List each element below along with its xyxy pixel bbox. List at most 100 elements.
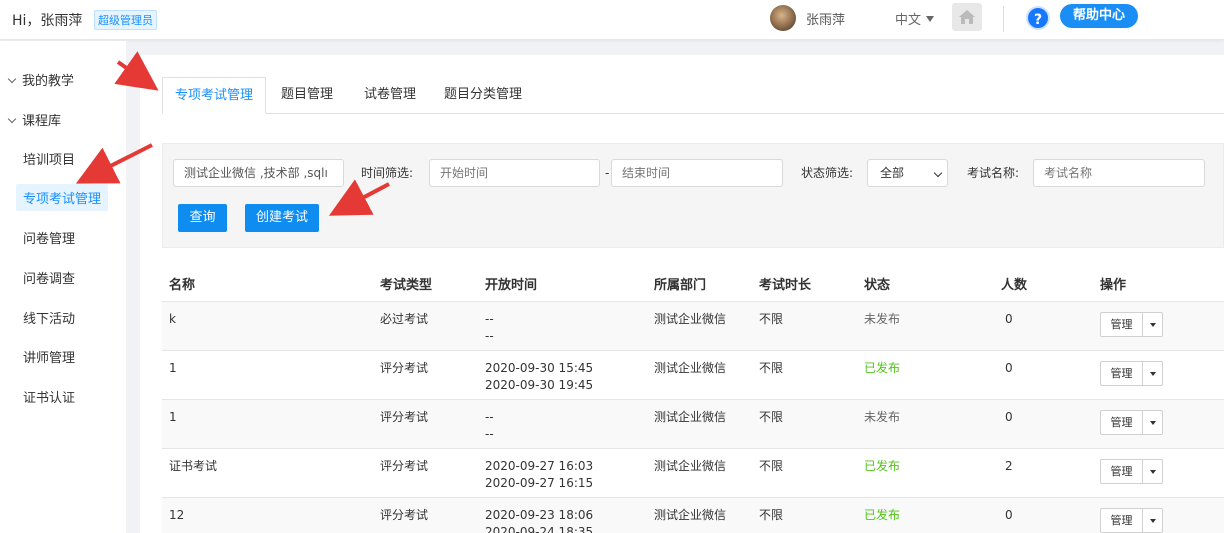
manage-button[interactable]: 管理 (1101, 460, 1143, 483)
sidebar-item-certificate[interactable]: 证书认证 (23, 387, 149, 406)
column-header-name: 名称 (169, 278, 196, 293)
row-name: 证书考试 (169, 459, 218, 473)
row-type: 评分考试 (380, 508, 429, 522)
row-count: 2 (1005, 459, 1013, 473)
column-header-open-time: 开放时间 (485, 278, 538, 293)
manage-dropdown-toggle[interactable] (1143, 313, 1162, 336)
sidebar-group-course-library[interactable]: 课程库 (7, 110, 135, 129)
column-header-status: 状态 (864, 278, 891, 293)
tab-paper-management[interactable]: 试卷管理 (352, 77, 428, 114)
column-header-actions: 操作 (1100, 278, 1127, 293)
department-field[interactable]: 测试企业微信 ,技术部 ,sqlı (173, 159, 344, 187)
row-department: 测试企业微信 (654, 312, 727, 326)
sidebar-group-label: 课程库 (22, 114, 62, 129)
role-badge: 超级管理员 (94, 10, 157, 30)
manage-button-group: 管理 (1100, 508, 1163, 533)
tab-question-management[interactable]: 题目管理 (269, 77, 345, 114)
avatar[interactable] (770, 5, 796, 31)
tab-bar: 专项考试管理 题目管理 试卷管理 题目分类管理 (162, 77, 1224, 114)
end-time-input[interactable] (611, 159, 783, 187)
time-filter-label: 时间筛选: (361, 166, 414, 180)
manage-button-group: 管理 (1100, 312, 1163, 337)
sidebar-item-lecturer[interactable]: 讲师管理 (23, 347, 149, 366)
chevron-down-icon (1150, 372, 1156, 376)
filter-panel: 测试企业微信 ,技术部 ,sqlı 时间筛选: - 状态筛选: 全部 考试名称:… (162, 143, 1224, 248)
chevron-down-icon (933, 168, 943, 178)
sidebar-group-label: 我的教学 (22, 74, 75, 89)
row-count: 0 (1005, 312, 1013, 326)
row-name: 1 (169, 410, 177, 424)
row-open-time-end: 2020-09-24 18:35 (485, 525, 594, 533)
sidebar: 我的教学 课程库 培训项目 专项考试管理 问卷管理 问卷调查 线下活动 讲师管理… (0, 41, 126, 533)
create-exam-button[interactable]: 创建考试 (245, 204, 319, 232)
row-count: 0 (1005, 508, 1013, 522)
manage-dropdown-toggle[interactable] (1143, 411, 1162, 434)
exam-name-input[interactable] (1033, 159, 1205, 187)
sidebar-item-offline[interactable]: 线下活动 (23, 308, 149, 327)
tab-question-category[interactable]: 题目分类管理 (432, 77, 534, 114)
row-count: 0 (1005, 410, 1013, 424)
status-select-value: 全部 (880, 166, 905, 180)
row-open-time-start: 2020-09-27 16:03 (485, 459, 594, 473)
status-select[interactable]: 全部 (867, 159, 948, 187)
chevron-down-icon (1150, 421, 1156, 425)
row-type: 评分考试 (380, 410, 429, 424)
manage-button-group: 管理 (1100, 361, 1163, 386)
row-department: 测试企业微信 (654, 508, 727, 522)
manage-button[interactable]: 管理 (1101, 509, 1143, 532)
row-open-time: 2020-09-27 16:03 2020-09-27 16:15 (485, 458, 593, 492)
language-selector[interactable]: 中文 (895, 9, 935, 28)
row-department: 测试企业微信 (654, 410, 727, 424)
row-open-time: 2020-09-30 15:45 2020-09-30 19:45 (485, 360, 593, 394)
table-row: 证书考试 评分考试 测试企业微信 不限 已发布 2 2020-09-27 16:03 2020… (162, 449, 1224, 498)
sidebar-item-training[interactable]: 培训项目 (23, 149, 149, 168)
row-type: 评分考试 (380, 361, 429, 375)
row-open-time: 2020-09-23 18:06 2020-09-24 18:35 (485, 507, 593, 533)
row-name: 12 (169, 508, 185, 522)
help-center-button[interactable]: 帮助中心 (1060, 4, 1139, 28)
manage-dropdown-toggle[interactable] (1143, 362, 1162, 385)
row-department: 测试企业微信 (654, 459, 727, 473)
sidebar-item-questionnaire[interactable]: 问卷管理 (23, 228, 149, 247)
row-open-time-start: -- (485, 312, 494, 326)
row-duration: 不限 (759, 312, 784, 326)
manage-dropdown-toggle[interactable] (1143, 460, 1162, 483)
table-row: 12 评分考试 测试企业微信 不限 已发布 0 2020-09-23 18:06 2020-0… (162, 498, 1224, 533)
manage-button-group: 管理 (1100, 459, 1163, 484)
chevron-down-icon (1150, 323, 1156, 327)
manage-button[interactable]: 管理 (1101, 313, 1143, 336)
manage-dropdown-toggle[interactable] (1143, 509, 1162, 532)
sidebar-group-my-teaching[interactable]: 我的教学 (7, 70, 135, 89)
chevron-down-icon (1150, 470, 1156, 474)
query-button[interactable]: 查询 (178, 204, 227, 232)
row-type: 评分考试 (380, 459, 429, 473)
chevron-down-icon (7, 114, 17, 124)
exam-name-label: 考试名称: (967, 166, 1020, 180)
row-status: 已发布 (864, 459, 901, 473)
tab-exam-management[interactable]: 专项考试管理 (162, 77, 267, 114)
sidebar-item-exam-management[interactable]: 专项考试管理 (16, 184, 109, 211)
column-header-type: 考试类型 (380, 278, 433, 293)
table-row: 1 评分考试 测试企业微信 不限 已发布 0 2020-09-30 15:45 2020-09… (162, 351, 1224, 400)
status-filter-label: 状态筛选: (801, 166, 854, 180)
row-department: 测试企业微信 (654, 361, 727, 375)
row-open-time: -- -- (485, 311, 494, 345)
manage-button[interactable]: 管理 (1101, 362, 1143, 385)
user-name[interactable]: 张雨萍 (806, 9, 845, 28)
row-status: 未发布 (864, 312, 901, 326)
row-type: 必过考试 (380, 312, 429, 326)
chevron-down-icon (1150, 519, 1156, 523)
top-header: Hi，张雨萍 超级管理员 张雨萍 中文 ? 帮助中心 (0, 0, 1224, 40)
manage-button[interactable]: 管理 (1101, 411, 1143, 434)
row-name: 1 (169, 361, 177, 375)
sidebar-item-survey[interactable]: 问卷调查 (23, 268, 149, 287)
column-header-duration: 考试时长 (759, 278, 812, 293)
manage-button-group: 管理 (1100, 410, 1163, 435)
row-duration: 不限 (759, 459, 784, 473)
language-label: 中文 (895, 13, 922, 28)
table-row: k 必过考试 测试企业微信 不限 未发布 0 -- -- 管理 (162, 302, 1224, 351)
home-button[interactable] (952, 3, 982, 31)
chevron-down-icon (7, 74, 17, 84)
start-time-input[interactable] (429, 159, 600, 187)
help-icon[interactable]: ? (1026, 6, 1050, 30)
